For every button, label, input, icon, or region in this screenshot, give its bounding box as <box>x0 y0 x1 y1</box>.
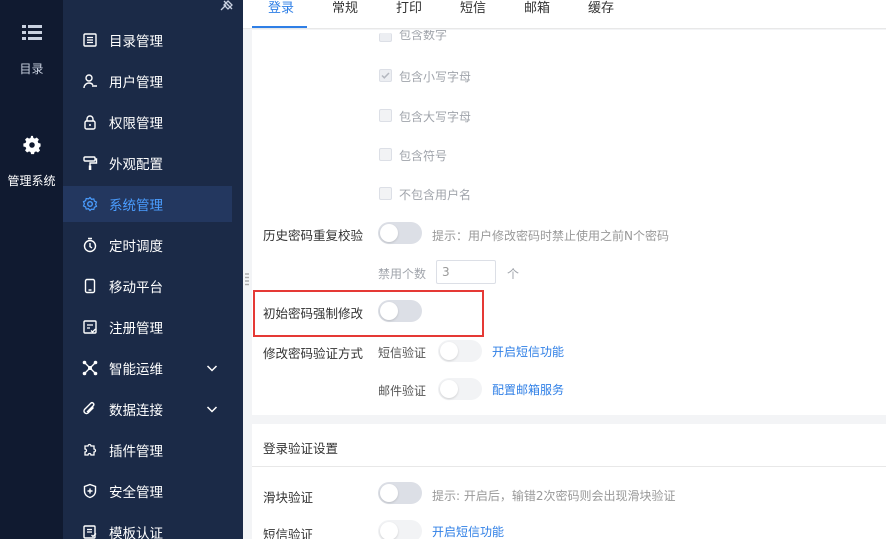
disabled-count-label: 禁用个数 <box>378 267 427 281</box>
sidebar-item-ops[interactable]: 智能运维 <box>63 350 232 386</box>
sidebar-item-label: 权限管理 <box>109 116 163 132</box>
sidebar-item-label: 插件管理 <box>109 444 163 460</box>
disabled-count-input[interactable]: 3 <box>436 260 496 284</box>
checkbox-no-username[interactable] <box>379 187 392 200</box>
sidebar-item-mobile[interactable]: 移动平台 <box>63 268 232 304</box>
modify-verify-sms-toggle[interactable] <box>438 340 482 362</box>
modify-verify-label: 修改密码验证方式 <box>263 346 364 361</box>
login-sms-verify-toggle[interactable] <box>378 520 422 539</box>
timer-icon <box>81 236 99 254</box>
section-divider <box>252 466 886 467</box>
history-check-hint: 提示：用户修改密码时禁止使用之前N个密码 <box>432 229 669 243</box>
checkbox-uppercase-label: 包含大写字母 <box>399 110 472 124</box>
list-icon <box>81 31 99 49</box>
configure-email-link[interactable]: 配置邮箱服务 <box>492 381 564 398</box>
register-icon <box>81 318 99 336</box>
rail-system[interactable]: 管理系统 <box>0 134 63 189</box>
sidebar-item-appearance[interactable]: 外观配置 <box>63 145 232 181</box>
sidebar-item-label: 安全管理 <box>109 485 163 501</box>
paperclip-icon <box>81 400 99 418</box>
tab-sms[interactable]: 短信 <box>460 0 486 29</box>
modify-verify-sms-label: 短信验证 <box>378 346 427 360</box>
puzzle-icon <box>81 441 99 459</box>
paint-roller-icon <box>81 154 99 172</box>
sidebar-item-catalog[interactable]: 目录管理 <box>63 22 232 58</box>
gear-icon <box>81 195 99 213</box>
sidebar-item-label: 移动平台 <box>109 280 163 296</box>
slider-verify-toggle[interactable] <box>378 482 422 504</box>
highlight-box <box>253 290 484 337</box>
checkbox-no-username-label: 不包含用户名 <box>399 188 472 202</box>
sidebar-item-permissions[interactable]: 权限管理 <box>63 104 232 140</box>
user-icon <box>81 72 99 90</box>
gear-icon <box>22 135 41 155</box>
sidebar-item-template[interactable]: 模板认证 <box>63 514 232 539</box>
login-verify-card <box>252 424 886 539</box>
history-check-toggle[interactable] <box>378 222 422 244</box>
checkbox-symbols[interactable] <box>379 148 392 161</box>
network-icon <box>81 359 99 377</box>
pin-icon[interactable] <box>219 0 233 12</box>
checkbox-lowercase[interactable] <box>379 69 392 82</box>
modify-verify-email-toggle[interactable] <box>438 378 482 400</box>
sidebar-item-label: 模板认证 <box>109 526 163 539</box>
slider-verify-hint: 提示: 开启后，输错2次密码则会出现滑块验证 <box>432 489 676 503</box>
sidebar-item-label: 定时调度 <box>109 239 163 255</box>
app-rail: 目录 管理系统 <box>0 0 63 539</box>
sidebar-item-security[interactable]: 安全管理 <box>63 473 232 509</box>
login-enable-sms-link[interactable]: 开启短信功能 <box>432 523 504 539</box>
rail-catalog-label: 目录 <box>19 62 44 76</box>
sidebar-item-plugins[interactable]: 插件管理 <box>63 432 232 468</box>
modify-verify-email-label: 邮件验证 <box>378 384 427 398</box>
sidebar-item-system[interactable]: 系统管理 <box>63 186 232 222</box>
checkmark-icon <box>381 72 390 79</box>
tab-cache[interactable]: 缓存 <box>588 0 614 29</box>
sidebar-item-registration[interactable]: 注册管理 <box>63 309 232 345</box>
checkbox-symbols-label: 包含符号 <box>399 149 448 163</box>
checkbox-lowercase-label: 包含小写字母 <box>399 70 472 84</box>
tab-email[interactable]: 邮箱 <box>524 0 550 29</box>
rail-catalog[interactable]: 目录 <box>0 24 63 77</box>
login-sms-verify-label: 短信验证 <box>263 527 314 539</box>
splitter-handle[interactable] <box>245 272 249 286</box>
sidebar-item-label: 用户管理 <box>109 75 163 91</box>
settings-tabs: 登录 常规 打印 短信 邮箱 缓存 <box>243 0 886 29</box>
sidebar: 目录管理 用户管理 权限管理 外观配置 系统管理 定时调度 移动平台 注册管理 … <box>63 0 243 539</box>
sidebar-item-label: 目录管理 <box>109 34 163 50</box>
sidebar-item-data-connection[interactable]: 数据连接 <box>63 391 232 427</box>
slider-verify-label: 滑块验证 <box>263 490 314 505</box>
sidebar-item-label: 注册管理 <box>109 321 163 337</box>
checkbox-digits[interactable] <box>379 33 392 42</box>
checkbox-digits-label: 包含数字 <box>399 30 448 42</box>
shield-icon <box>81 482 99 500</box>
rail-system-label: 管理系统 <box>7 174 56 188</box>
template-icon <box>81 523 99 539</box>
tab-active-indicator <box>252 26 307 28</box>
sidebar-item-label: 数据连接 <box>109 403 163 419</box>
sidebar-item-scheduler[interactable]: 定时调度 <box>63 227 232 263</box>
history-check-label: 历史密码重复校验 <box>263 228 364 243</box>
checkbox-uppercase[interactable] <box>379 109 392 122</box>
sidebar-item-label: 外观配置 <box>109 157 163 173</box>
tab-login[interactable]: 登录 <box>268 0 294 29</box>
chevron-down-icon <box>206 406 218 413</box>
sidebar-item-label: 系统管理 <box>109 198 163 214</box>
disabled-count-unit: 个 <box>507 267 520 281</box>
enable-sms-link[interactable]: 开启短信功能 <box>492 343 564 360</box>
sidebar-item-users[interactable]: 用户管理 <box>63 63 232 99</box>
mobile-icon <box>81 277 99 295</box>
menu-grid-icon <box>21 25 42 40</box>
tab-print[interactable]: 打印 <box>396 0 422 29</box>
sidebar-item-label: 智能运维 <box>109 362 163 378</box>
lock-icon <box>81 113 99 131</box>
chevron-down-icon <box>206 365 218 372</box>
tab-general[interactable]: 常规 <box>332 0 358 29</box>
login-verify-section-title: 登录验证设置 <box>263 441 339 456</box>
